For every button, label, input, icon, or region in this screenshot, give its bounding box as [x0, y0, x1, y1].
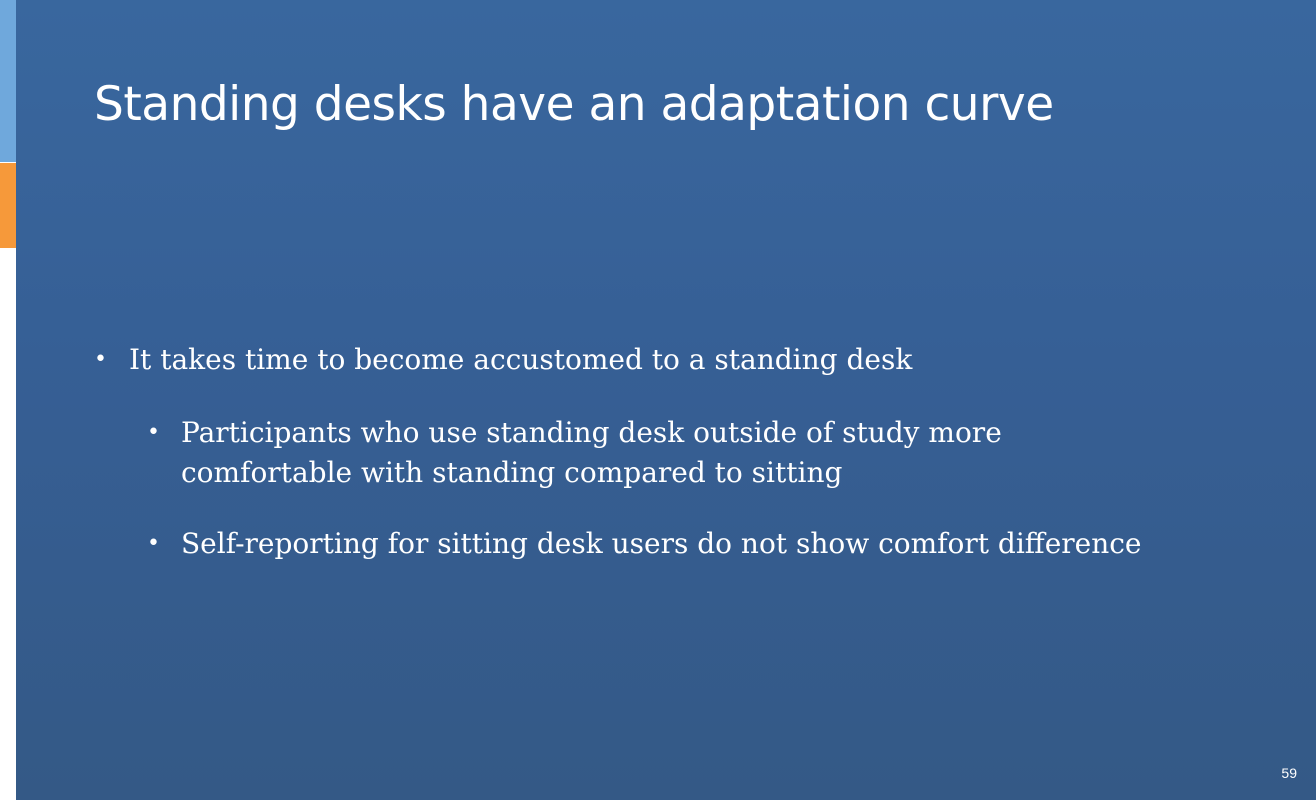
- bullet-level-2: • Participants who use standing desk out…: [147, 413, 1147, 493]
- bullet-text: Self-reporting for sitting desk users do…: [181, 527, 1142, 560]
- bullet-dot-icon: •: [94, 347, 107, 372]
- bullet-level-1: • It takes time to become accustomed to …: [94, 340, 1194, 380]
- bullet-level-2: • Self-reporting for sitting desk users …: [147, 524, 1147, 564]
- slide-title: Standing desks have an adaptation curve: [94, 77, 1054, 132]
- accent-bar-orange: [0, 163, 16, 248]
- bullet-text: It takes time to become accustomed to a …: [129, 343, 913, 376]
- bullet-dot-icon: •: [147, 420, 160, 445]
- bullet-text: Participants who use standing desk outsi…: [181, 416, 1002, 489]
- bullet-dot-icon: •: [147, 531, 160, 556]
- slide: Standing desks have an adaptation curve …: [0, 0, 1316, 800]
- page-number: 59: [1281, 765, 1297, 781]
- accent-bar-blue: [0, 0, 16, 162]
